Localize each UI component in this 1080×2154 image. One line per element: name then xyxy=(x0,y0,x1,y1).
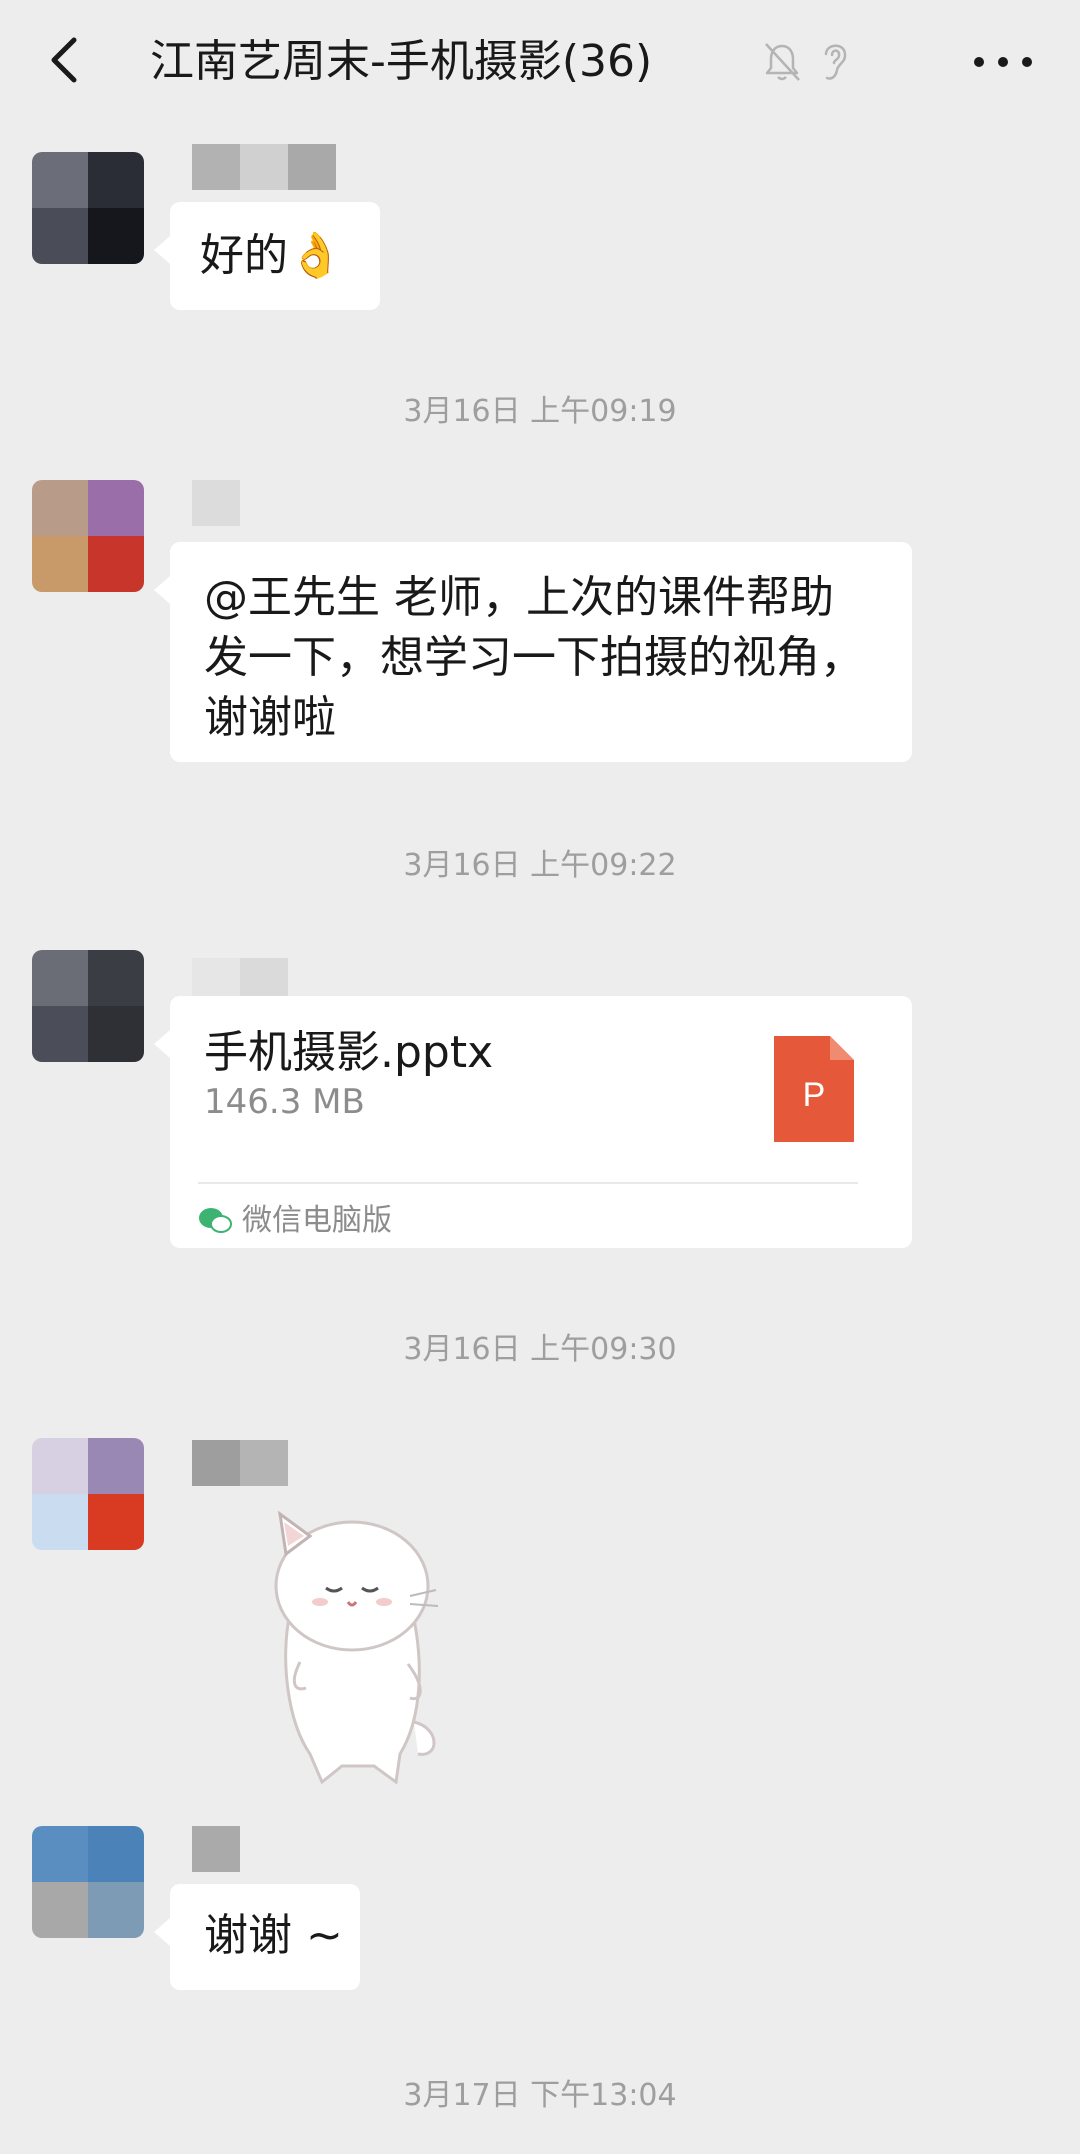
chevron-left-icon[interactable] xyxy=(36,28,100,92)
timestamp: 3月16日 上午09:30 xyxy=(403,1332,677,1367)
file-size: 146.3 MB xyxy=(204,1082,365,1122)
avatar[interactable] xyxy=(32,1826,144,1938)
message-text: @王先生 老师，上次的课件帮助 xyxy=(204,572,834,623)
chat-header: 江南艺周末-手机摄影(36) xyxy=(0,0,1080,124)
ppt-file-icon: P xyxy=(774,1036,854,1142)
white-cat-sticker[interactable] xyxy=(250,1492,450,1792)
message-bubble[interactable]: 好的👌 xyxy=(154,202,380,310)
more-dots-icon[interactable] xyxy=(968,38,1038,86)
sender-name-blurred xyxy=(192,480,240,526)
file-source: 微信电脑版 xyxy=(198,1196,392,1246)
chat-title: 江南艺周末-手机摄影(36) xyxy=(150,36,653,87)
avatar[interactable] xyxy=(32,1438,144,1550)
message-bubble[interactable]: @王先生 老师，上次的课件帮助 发一下，想学习一下拍摄的视角， 谢谢啦 xyxy=(154,542,912,762)
timestamp: 3月16日 上午09:22 xyxy=(403,848,677,883)
file-type-letter: P xyxy=(803,1076,826,1114)
avatar[interactable] xyxy=(32,152,144,264)
timestamp: 3月17日 下午13:04 xyxy=(403,2078,677,2113)
ear-icon xyxy=(824,44,847,80)
sender-name-blurred xyxy=(192,1440,288,1486)
wechat-icon xyxy=(199,1208,232,1233)
bell-off-icon xyxy=(765,43,800,81)
message-text: 谢谢 ~ xyxy=(204,1910,343,1961)
source-label: 微信电脑版 xyxy=(242,1203,392,1238)
chat-screen: 江南艺周末-手机摄影(36) 好的👌 3月16日 上午09:19 @王先生 老师… xyxy=(0,0,1080,2154)
avatar[interactable] xyxy=(32,480,144,592)
file-message-card[interactable]: 手机摄影.pptx 146.3 MB P 微信电脑版 xyxy=(154,996,912,1248)
divider xyxy=(198,1182,858,1184)
timestamp: 3月16日 上午09:19 xyxy=(403,394,677,429)
avatar[interactable] xyxy=(32,950,144,1062)
sender-name-blurred xyxy=(192,1826,240,1872)
message-text: 谢谢啦 xyxy=(204,692,336,743)
message-text: 发一下，想学习一下拍摄的视角， xyxy=(204,632,864,683)
sender-name-blurred xyxy=(192,144,336,190)
message-text: 好的👌 xyxy=(200,230,343,281)
file-name: 手机摄影.pptx xyxy=(204,1027,494,1078)
message-bubble[interactable]: 谢谢 ~ xyxy=(154,1884,360,1990)
